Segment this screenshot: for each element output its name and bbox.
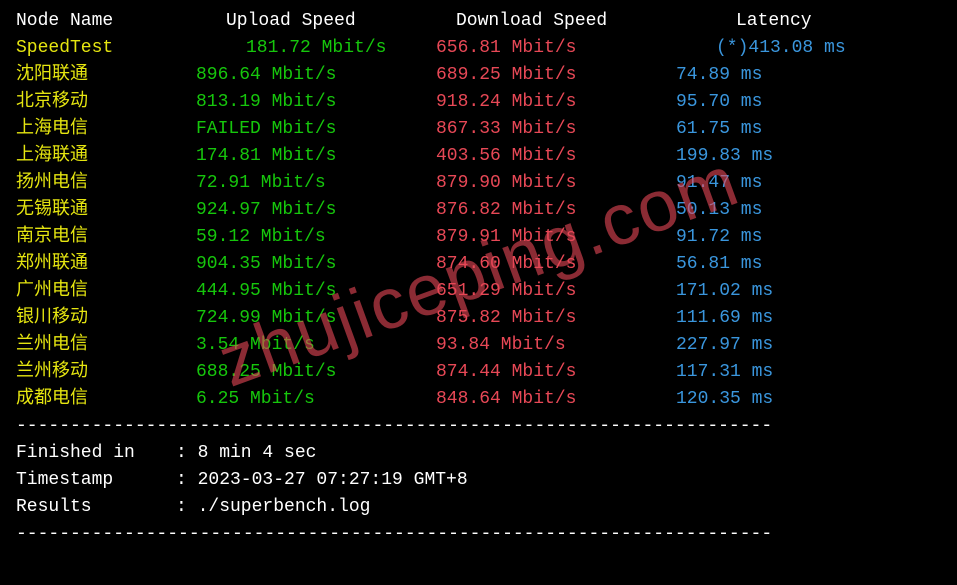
row-upload: 896.64 Mbit/s <box>196 62 436 89</box>
row-latency: 117.31 ms <box>676 359 773 386</box>
table-row: 上海电信FAILED Mbit/s867.33 Mbit/s61.75 ms <box>16 116 941 143</box>
row-upload: 924.97 Mbit/s <box>196 197 436 224</box>
header-latency: Latency <box>676 8 812 35</box>
table-row: 广州电信444.95 Mbit/s651.29 Mbit/s171.02 ms <box>16 278 941 305</box>
row-download: 874.44 Mbit/s <box>436 359 676 386</box>
header-node: Node Name <box>16 8 196 35</box>
table-row: 南京电信59.12 Mbit/s879.91 Mbit/s91.72 ms <box>16 224 941 251</box>
table-row: 郑州联通904.35 Mbit/s874.60 Mbit/s56.81 ms <box>16 251 941 278</box>
row-upload: 72.91 Mbit/s <box>196 170 436 197</box>
row-download: 918.24 Mbit/s <box>436 89 676 116</box>
row-upload: 6.25 Mbit/s <box>196 386 436 413</box>
row-node: 兰州移动 <box>16 359 196 386</box>
row-download: 848.64 Mbit/s <box>436 386 676 413</box>
row-latency: 50.13 ms <box>676 197 762 224</box>
row-node: 郑州联通 <box>16 251 196 278</box>
row-download: 879.91 Mbit/s <box>436 224 676 251</box>
row-upload: 724.99 Mbit/s <box>196 305 436 332</box>
header-row: Node Name Upload Speed Download Speed La… <box>16 8 941 35</box>
row-node: 成都电信 <box>16 386 196 413</box>
footer-results-label: Results <box>16 494 176 521</box>
separator-line-2: ----------------------------------------… <box>16 521 941 548</box>
table-row: 北京移动813.19 Mbit/s918.24 Mbit/s95.70 ms <box>16 89 941 116</box>
row-upload: 3.54 Mbit/s <box>196 332 436 359</box>
row-node: 南京电信 <box>16 224 196 251</box>
table-row: 沈阳联通896.64 Mbit/s689.25 Mbit/s74.89 ms <box>16 62 941 89</box>
table-row: 兰州电信3.54 Mbit/s93.84 Mbit/s227.97 ms <box>16 332 941 359</box>
row-upload: 813.19 Mbit/s <box>196 89 436 116</box>
header-upload: Upload Speed <box>196 8 436 35</box>
speedtest-upload: 181.72 Mbit/s <box>196 35 436 62</box>
footer-timestamp: Timestamp : 2023-03-27 07:27:19 GMT+8 <box>16 467 941 494</box>
row-upload: 59.12 Mbit/s <box>196 224 436 251</box>
table-row: 扬州电信72.91 Mbit/s879.90 Mbit/s91.47 ms <box>16 170 941 197</box>
row-latency: 95.70 ms <box>676 89 762 116</box>
table-row: 成都电信6.25 Mbit/s848.64 Mbit/s120.35 ms <box>16 386 941 413</box>
table-row: 银川移动724.99 Mbit/s875.82 Mbit/s111.69 ms <box>16 305 941 332</box>
row-latency: 74.89 ms <box>676 62 762 89</box>
speedtest-row: SpeedTest 181.72 Mbit/s 656.81 Mbit/s (*… <box>16 35 941 62</box>
row-latency: 111.69 ms <box>676 305 773 332</box>
row-latency: 61.75 ms <box>676 116 762 143</box>
footer-results-value: : ./superbench.log <box>176 494 370 521</box>
row-latency: 91.47 ms <box>676 170 762 197</box>
footer-finished-value: : 8 min 4 sec <box>176 440 316 467</box>
speedtest-download: 656.81 Mbit/s <box>436 35 676 62</box>
table-row: 兰州移动688.25 Mbit/s874.44 Mbit/s117.31 ms <box>16 359 941 386</box>
row-upload: 688.25 Mbit/s <box>196 359 436 386</box>
row-node: 沈阳联通 <box>16 62 196 89</box>
speedtest-node: SpeedTest <box>16 35 196 62</box>
row-node: 上海电信 <box>16 116 196 143</box>
row-node: 银川移动 <box>16 305 196 332</box>
separator-line: ----------------------------------------… <box>16 413 941 440</box>
row-latency: 199.83 ms <box>676 143 773 170</box>
row-node: 北京移动 <box>16 89 196 116</box>
footer-timestamp-value: : 2023-03-27 07:27:19 GMT+8 <box>176 467 468 494</box>
footer-finished-label: Finished in <box>16 440 176 467</box>
footer-timestamp-label: Timestamp <box>16 467 176 494</box>
row-node: 广州电信 <box>16 278 196 305</box>
row-download: 403.56 Mbit/s <box>436 143 676 170</box>
row-download: 875.82 Mbit/s <box>436 305 676 332</box>
row-latency: 91.72 ms <box>676 224 762 251</box>
row-upload: FAILED Mbit/s <box>196 116 436 143</box>
row-latency: 56.81 ms <box>676 251 762 278</box>
row-upload: 904.35 Mbit/s <box>196 251 436 278</box>
row-download: 876.82 Mbit/s <box>436 197 676 224</box>
row-node: 上海联通 <box>16 143 196 170</box>
row-node: 兰州电信 <box>16 332 196 359</box>
row-download: 93.84 Mbit/s <box>436 332 676 359</box>
row-download: 689.25 Mbit/s <box>436 62 676 89</box>
row-upload: 444.95 Mbit/s <box>196 278 436 305</box>
row-node: 扬州电信 <box>16 170 196 197</box>
row-download: 867.33 Mbit/s <box>436 116 676 143</box>
row-node: 无锡联通 <box>16 197 196 224</box>
footer-finished: Finished in : 8 min 4 sec <box>16 440 941 467</box>
header-download: Download Speed <box>436 8 676 35</box>
row-latency: 120.35 ms <box>676 386 773 413</box>
row-latency: 171.02 ms <box>676 278 773 305</box>
data-rows-container: 沈阳联通896.64 Mbit/s689.25 Mbit/s74.89 ms北京… <box>16 62 941 413</box>
row-upload: 174.81 Mbit/s <box>196 143 436 170</box>
row-download: 651.29 Mbit/s <box>436 278 676 305</box>
footer-results: Results : ./superbench.log <box>16 494 941 521</box>
row-download: 874.60 Mbit/s <box>436 251 676 278</box>
table-row: 上海联通174.81 Mbit/s403.56 Mbit/s199.83 ms <box>16 143 941 170</box>
row-download: 879.90 Mbit/s <box>436 170 676 197</box>
row-latency: 227.97 ms <box>676 332 773 359</box>
table-row: 无锡联通924.97 Mbit/s876.82 Mbit/s50.13 ms <box>16 197 941 224</box>
speedtest-latency: (*)413.08 ms <box>676 35 846 62</box>
